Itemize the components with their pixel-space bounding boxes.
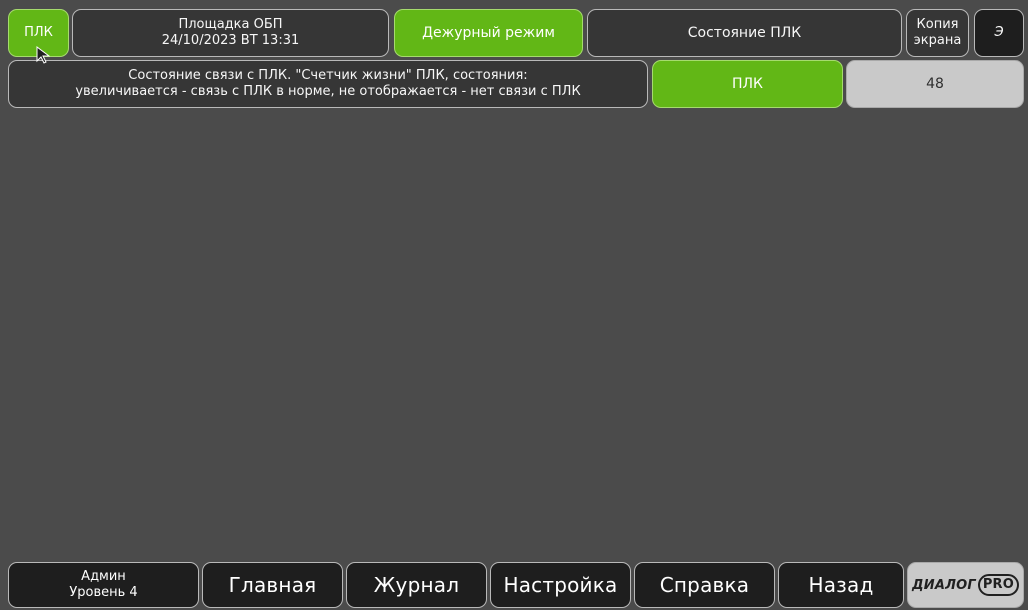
duty-mode-label: Дежурный режим <box>422 24 555 41</box>
description-line-1: Состояние связи с ПЛК. "Счетчик жизни" П… <box>128 68 528 83</box>
plc-indicator-label: ПЛК <box>732 75 763 92</box>
user-panel: Админ Уровень 4 <box>8 562 199 608</box>
dialog-pro-logo: ДИАЛОГ PRO <box>907 562 1024 608</box>
nav-settings-label: Настройка <box>503 573 618 597</box>
dialog-pro-logo-content: ДИАЛОГ PRO <box>911 574 1020 596</box>
description-line-2: увеличивается - связь с ПЛК в норме, не … <box>75 84 581 99</box>
screen-copy-button[interactable]: Копия экрана <box>906 9 969 57</box>
nav-settings-button[interactable]: Настройка <box>490 562 631 608</box>
plc-connection-description: Состояние связи с ПЛК. "Счетчик жизни" П… <box>8 60 648 108</box>
plc-button[interactable]: ПЛК <box>8 9 69 57</box>
nav-journal-label: Журнал <box>373 573 460 597</box>
energy-label: Э <box>994 25 1004 40</box>
current-datetime: 24/10/2023 ВТ 13:31 <box>161 33 300 48</box>
site-title: Площадка ОБП <box>178 17 283 32</box>
nav-journal-button[interactable]: Журнал <box>346 562 487 608</box>
life-counter-value: 48 <box>926 75 944 92</box>
pro-logo-badge: PRO <box>977 574 1020 596</box>
site-title-panel: Площадка ОБП 24/10/2023 ВТ 13:31 <box>72 9 389 57</box>
nav-back-button[interactable]: Назад <box>778 562 904 608</box>
screen-copy-label-line1: Копия <box>916 17 959 32</box>
plc-status-title: Состояние ПЛК <box>687 24 802 41</box>
plc-connection-indicator: ПЛК <box>652 60 843 108</box>
nav-main-button[interactable]: Главная <box>202 562 343 608</box>
screen-copy-label-line2: экрана <box>913 33 962 48</box>
user-name: Админ <box>81 569 126 584</box>
plc-status-screen: ПЛК Площадка ОБП 24/10/2023 ВТ 13:31 Деж… <box>0 0 1028 610</box>
nav-back-label: Назад <box>808 573 874 597</box>
plc-button-label: ПЛК <box>24 25 53 40</box>
plc-status-title-panel: Состояние ПЛК <box>587 9 902 57</box>
user-level: Уровень 4 <box>69 585 138 600</box>
nav-main-label: Главная <box>228 573 317 597</box>
dialog-logo-text: ДИАЛОГ <box>911 577 976 593</box>
energy-button[interactable]: Э <box>974 9 1024 57</box>
nav-help-button[interactable]: Справка <box>634 562 775 608</box>
plc-life-counter: 48 <box>846 60 1024 108</box>
nav-help-label: Справка <box>659 573 750 597</box>
duty-mode-button[interactable]: Дежурный режим <box>394 9 583 57</box>
